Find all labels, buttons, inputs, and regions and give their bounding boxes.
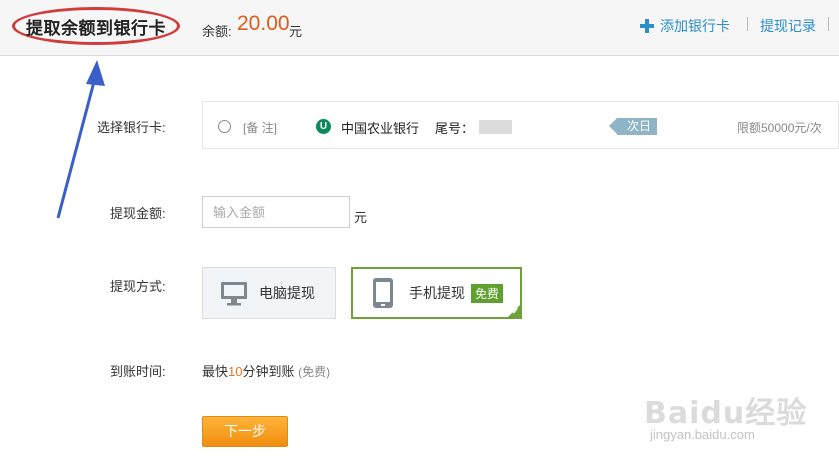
next-step-button[interactable]: 下一步 [202,416,288,447]
pc-withdraw-label: 电脑提现 [259,285,315,301]
monitor-icon [221,282,247,306]
amount-unit: 元 [354,210,368,225]
page-header: 提取余额到银行卡 余额: 20.00 元 添加银行卡 提现记录 [0,0,839,56]
abc-bank-logo-icon: U [316,119,331,134]
card-radio[interactable] [218,120,231,133]
add-bank-card-label: 添加银行卡 [660,18,730,34]
pc-withdraw-option[interactable]: 电脑提现 [202,267,336,319]
amount-input[interactable] [202,196,350,228]
free-badge: 免费 [471,283,504,303]
withdraw-history-link[interactable]: 提现记录 [760,16,816,36]
arrival-prefix: 最快 [202,364,229,379]
arrival-minutes: 10 [228,364,243,379]
arrival-note: (免费) [298,365,331,379]
card-limit: 限额50000元/次 [737,121,822,135]
tablet-icon [373,278,393,308]
card-tail-redacted [479,120,512,134]
divider [747,17,748,31]
balance-label: 余额: [202,24,232,39]
amount-label: 提现金额: [110,206,166,221]
card-tail-label: 尾号： [435,121,475,136]
watermark-url: jingyan.baidu.com [650,427,755,442]
plus-icon [640,19,654,33]
select-card-label: 选择银行卡: [97,120,166,135]
method-label: 提现方式: [110,279,166,294]
divider [828,17,829,31]
mobile-withdraw-option[interactable]: 手机提现 免费 ✔ [351,267,522,319]
mobile-withdraw-label: 手机提现 [409,285,465,301]
check-icon: ✔ [511,306,519,316]
add-bank-card-link[interactable]: 添加银行卡 [640,16,730,36]
page-title: 提取余额到银行卡 [26,19,166,38]
watermark-logo: Baidu经验 [644,396,808,431]
arrival-info: 最快10分钟到账 (免费) [202,361,330,380]
arrival-label: 到账时间: [110,364,166,379]
balance-unit: 元 [289,24,303,39]
arrival-suffix: 分钟到账 [242,364,295,379]
bank-name: 中国农业银行 [341,121,420,136]
balance-value: 20.00 [237,12,290,35]
arrival-tag: 次日 [608,118,658,135]
bank-card-option[interactable]: [备 注] U 中国农业银行 尾号： 次日 限额50000元/次 [202,101,839,149]
card-remark[interactable]: [备 注] [243,119,277,136]
